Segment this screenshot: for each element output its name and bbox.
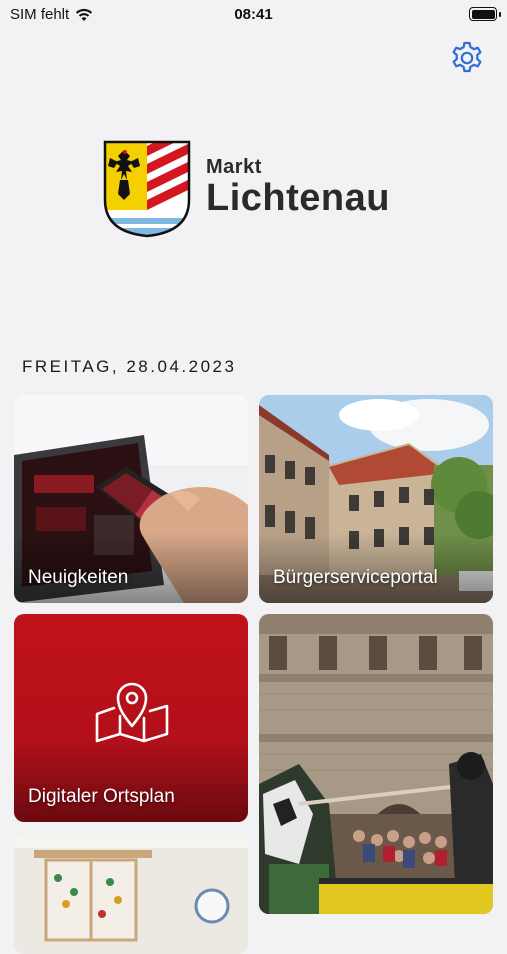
battery-icon bbox=[469, 7, 497, 21]
municipality-logo: Markt Lichtenau bbox=[102, 138, 390, 238]
tile-buergerserviceportal[interactable]: Bürgerserviceportal bbox=[259, 395, 493, 603]
logo-line-lichtenau: Lichtenau bbox=[206, 176, 390, 219]
gear-icon bbox=[452, 41, 482, 73]
current-date: FREITAG, 28.04.2023 bbox=[22, 357, 237, 376]
logo-wordmark: Markt Lichtenau bbox=[206, 156, 390, 217]
tile-label: Neuigkeiten bbox=[28, 567, 129, 588]
map-pin-icon bbox=[95, 682, 169, 743]
knight-festival-photo bbox=[259, 614, 493, 914]
interior-photo bbox=[14, 834, 248, 954]
coat-of-arms-icon bbox=[103, 140, 191, 238]
logo-line-markt: Markt bbox=[206, 155, 262, 178]
battery-cap bbox=[499, 12, 501, 17]
tile-neuigkeiten[interactable]: Neuigkeiten bbox=[14, 395, 248, 603]
tile-event[interactable] bbox=[259, 614, 493, 914]
status-bar: SIM fehlt 08:41 bbox=[0, 0, 507, 30]
tile-digitaler-ortsplan[interactable]: Digitaler Ortsplan bbox=[14, 614, 248, 822]
clock: 08:41 bbox=[234, 6, 273, 23]
tile-label: Bürgerserviceportal bbox=[273, 567, 438, 588]
tile-label: Digitaler Ortsplan bbox=[28, 786, 175, 807]
settings-button[interactable] bbox=[449, 40, 485, 76]
tile-interior[interactable] bbox=[14, 834, 248, 954]
